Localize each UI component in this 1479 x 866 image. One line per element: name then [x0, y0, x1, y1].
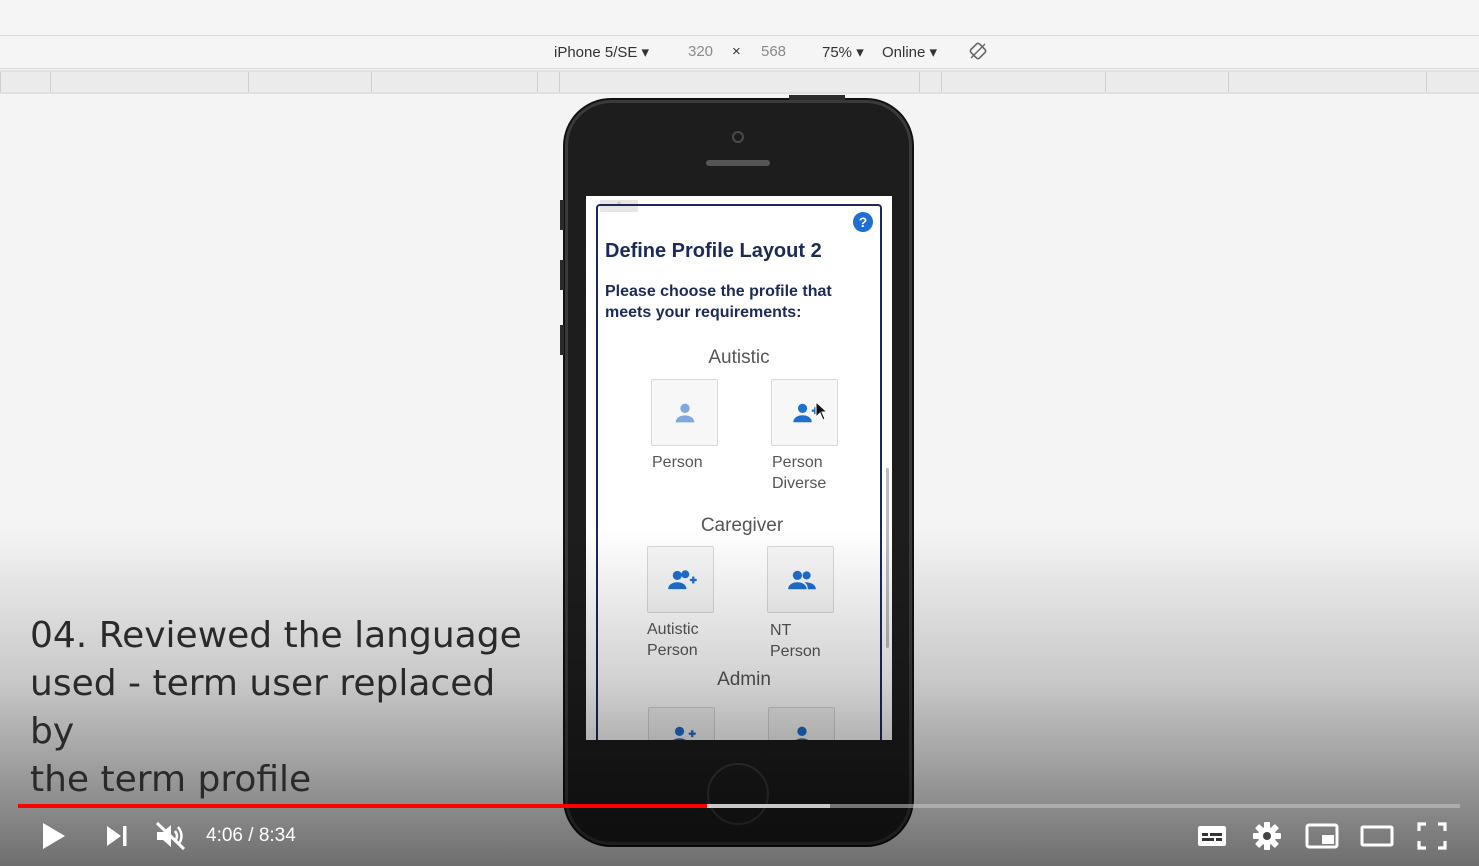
profile-label-autistic-person: Autistic Person	[647, 619, 699, 661]
media-query-ruler[interactable]	[0, 70, 1479, 94]
progress-bar[interactable]	[18, 804, 1460, 808]
fullscreen-button[interactable]	[1416, 820, 1448, 857]
gear-icon	[1253, 822, 1281, 850]
group-heading-autistic: Autistic	[708, 347, 770, 368]
phone-mute-switch	[560, 200, 564, 230]
page-title: Define Profile Layout 2	[605, 240, 822, 262]
profile-label-person-diverse: Person Diverse	[772, 452, 826, 494]
next-button[interactable]	[103, 820, 131, 857]
camera-icon	[732, 131, 744, 143]
person-icon	[795, 726, 809, 740]
zoom-select[interactable]: 75% ▾	[822, 43, 864, 61]
home-button	[707, 763, 769, 825]
volume-muted-icon	[155, 821, 186, 851]
ruler-segment[interactable]	[559, 72, 919, 92]
height-input[interactable]: 568	[761, 43, 786, 60]
ruler-segment[interactable]	[1426, 72, 1479, 92]
phone-power-button	[789, 95, 845, 100]
group-heading-caregiver: Caregiver	[700, 515, 784, 536]
profile-tile-admin-2[interactable]	[768, 707, 835, 740]
caption-line: used - term user replaced by	[30, 663, 496, 752]
miniplayer-icon	[1305, 823, 1339, 849]
subtitles-button[interactable]	[1196, 820, 1228, 857]
help-icon[interactable]: ?	[853, 212, 873, 232]
profile-label-nt-person: NT Person	[770, 620, 821, 662]
devtools-device-toolbar: iPhone 5/SE ▾ 320 × 568 75% ▾ Online ▾	[0, 0, 1479, 94]
settings-button[interactable]	[1251, 820, 1283, 857]
play-icon	[43, 823, 65, 849]
caption-line: the term profile	[30, 759, 312, 800]
person-icon	[675, 403, 695, 423]
person-add-icon	[673, 726, 696, 740]
ruler-segment[interactable]	[1105, 72, 1228, 92]
profile-label-person: Person	[652, 452, 703, 473]
group-heading-admin: Admin	[717, 669, 771, 690]
ruler-segment[interactable]	[371, 72, 537, 92]
time-separator: /	[248, 825, 254, 846]
width-input[interactable]: 320	[688, 43, 713, 60]
progress-played	[18, 804, 708, 808]
label-line: NT	[770, 622, 792, 639]
mute-button[interactable]	[154, 820, 188, 857]
profile-tile-autistic-person[interactable]	[647, 546, 714, 613]
dimension-separator: ×	[732, 43, 741, 60]
subtitles-icon	[1198, 826, 1226, 846]
time-display: 4:06 / 8:34	[206, 825, 296, 847]
video-caption: 04. Reviewed the language used - term us…	[30, 612, 550, 804]
phone-speaker	[706, 160, 770, 166]
page-subtitle: Please choose the profile that meets you…	[605, 283, 832, 321]
theater-mode-icon	[1360, 825, 1394, 847]
group-icon	[788, 570, 816, 590]
scrollbar[interactable]	[886, 468, 889, 648]
theater-mode-button[interactable]	[1360, 820, 1394, 857]
miniplayer-button[interactable]	[1305, 820, 1339, 857]
ruler-segment[interactable]	[50, 72, 248, 92]
play-button[interactable]	[40, 820, 68, 857]
label-line: Person	[772, 454, 823, 471]
label-line: Diverse	[772, 475, 827, 492]
group-add-icon	[668, 570, 697, 590]
phone-screen: ^ ? Define Profile Layout 2 Please choos…	[586, 196, 892, 740]
skip-next-icon	[107, 826, 127, 846]
caption-line: 04. Reviewed the language	[30, 615, 522, 656]
label-line: Person	[770, 643, 821, 660]
ruler-segment[interactable]	[1228, 72, 1426, 92]
mouse-cursor-icon	[815, 401, 829, 421]
ruler-segment[interactable]	[537, 72, 559, 92]
rotate-icon[interactable]	[968, 41, 988, 65]
ruler-segment[interactable]	[248, 72, 371, 92]
ruler-segment[interactable]	[0, 72, 50, 92]
profile-tile-admin-1[interactable]	[648, 707, 715, 740]
current-time: 4:06	[206, 825, 243, 846]
fullscreen-icon	[1417, 822, 1447, 850]
phone-volume-up	[560, 260, 564, 290]
label-line: Person	[647, 642, 698, 659]
network-throttle-select[interactable]: Online ▾	[882, 43, 937, 61]
device-select[interactable]: iPhone 5/SE ▾	[554, 43, 649, 61]
ruler-segment[interactable]	[941, 72, 1105, 92]
profile-tile-nt-person[interactable]	[767, 546, 834, 613]
duration: 8:34	[258, 825, 296, 846]
ruler-segment[interactable]	[919, 72, 941, 92]
label-line: Person	[652, 454, 703, 471]
profile-tile-person[interactable]	[651, 379, 718, 446]
device-toolbar-row: iPhone 5/SE ▾ 320 × 568 75% ▾ Online ▾	[0, 36, 1479, 69]
label-line: Autistic	[647, 621, 699, 638]
phone-volume-down	[560, 325, 564, 355]
